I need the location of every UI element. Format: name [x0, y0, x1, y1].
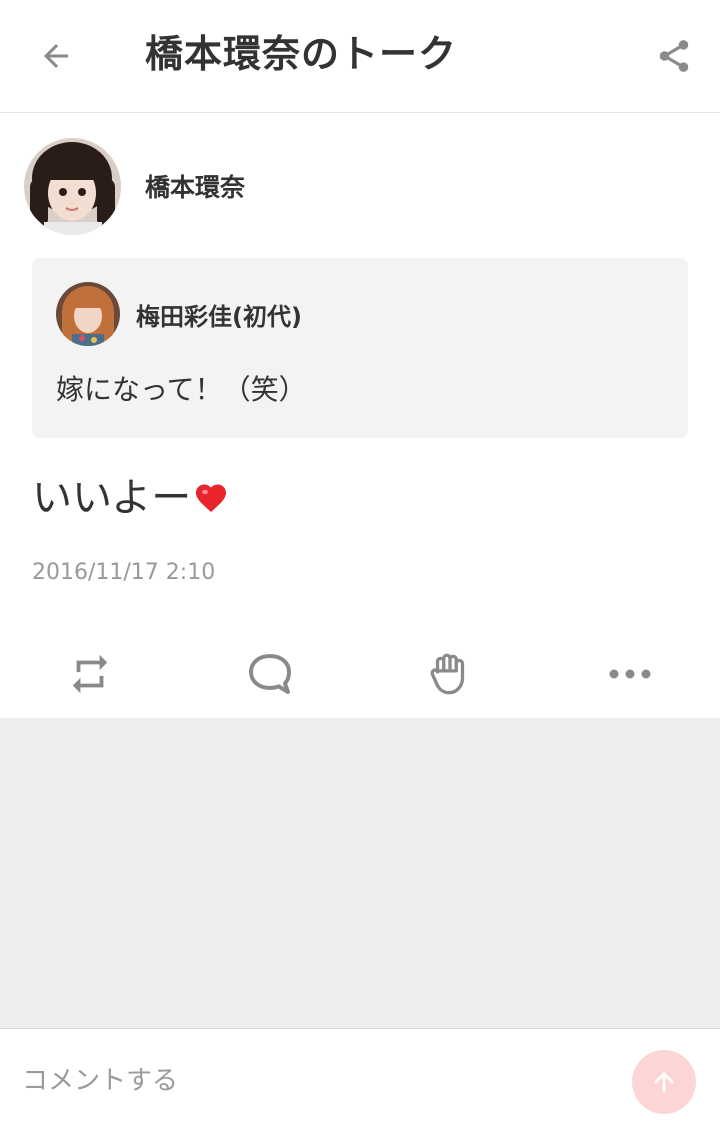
- quoted-author-name[interactable]: 梅田彩佳(初代): [136, 297, 302, 332]
- comment-composer: [0, 1028, 720, 1134]
- page-title: 橋本環奈のトーク: [145, 32, 458, 76]
- more-icon: [609, 669, 651, 679]
- app-header: 橋本環奈のトーク: [0, 0, 720, 113]
- post-text-row: いいよー: [32, 470, 229, 526]
- clap-button[interactable]: [418, 642, 482, 706]
- repost-icon: [72, 654, 108, 694]
- post-text: いいよー: [32, 475, 192, 521]
- comment-input[interactable]: [22, 1057, 602, 1105]
- comment-button[interactable]: [238, 642, 302, 706]
- quoted-post[interactable]: 梅田彩佳(初代) 嫁になって！（笑）: [32, 258, 688, 438]
- comments-area: [0, 718, 720, 1028]
- share-icon: [659, 40, 689, 72]
- arrow-left-icon: [44, 44, 68, 68]
- quoted-text: 嫁になって！（笑）: [56, 373, 307, 406]
- clap-icon: [430, 653, 465, 695]
- comment-icon: [249, 654, 291, 694]
- quoted-author[interactable]: 梅田彩佳(初代): [56, 282, 302, 346]
- repost-button[interactable]: [58, 642, 122, 706]
- post-author[interactable]: 橋本環奈: [24, 137, 245, 235]
- avatar[interactable]: [24, 137, 121, 235]
- quoted-avatar[interactable]: [56, 282, 120, 346]
- arrow-up-icon: [654, 1072, 674, 1092]
- more-button[interactable]: [598, 642, 662, 706]
- back-button[interactable]: [30, 30, 82, 82]
- heart-emoji: [196, 484, 227, 513]
- send-button[interactable]: [632, 1050, 696, 1114]
- author-name[interactable]: 橋本環奈: [145, 168, 245, 204]
- share-button[interactable]: [648, 30, 700, 82]
- post-timestamp: 2016/11/17 2:10: [32, 560, 216, 585]
- action-bar: [0, 630, 720, 718]
